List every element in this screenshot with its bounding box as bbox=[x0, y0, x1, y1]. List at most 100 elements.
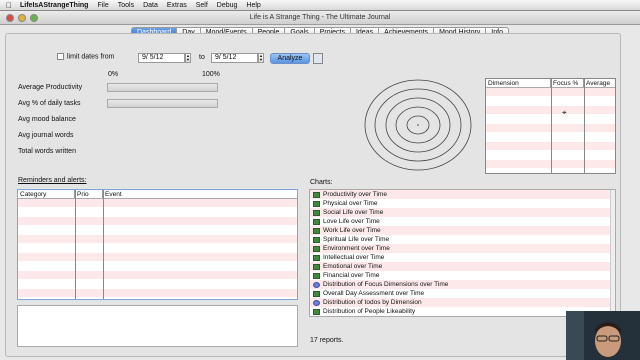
reminders-table[interactable]: Category Prio Event bbox=[17, 189, 298, 300]
zoom-button[interactable] bbox=[30, 14, 38, 22]
reports-count: 17 reports. bbox=[310, 337, 344, 344]
chart-list-item[interactable]: Intellectual over Time bbox=[310, 253, 615, 262]
table-row[interactable] bbox=[18, 280, 297, 289]
table-row[interactable] bbox=[18, 208, 297, 217]
chart-list-item[interactable]: Emotional over Time bbox=[310, 262, 615, 271]
chart-item-label: Work Life over Time bbox=[323, 227, 381, 234]
apple-icon[interactable]:  bbox=[6, 1, 12, 10]
column-divider bbox=[551, 79, 552, 173]
chart-list-item[interactable]: Love Life over Time bbox=[310, 217, 615, 226]
to-date-field[interactable]: 9/ 5/12 bbox=[211, 53, 258, 63]
bar-chart-icon bbox=[313, 254, 320, 261]
table-row[interactable] bbox=[18, 235, 297, 244]
window-controls bbox=[6, 14, 38, 22]
table-row[interactable] bbox=[18, 253, 297, 262]
window-title: Life is A Strange Thing - The Ultimate J… bbox=[249, 14, 391, 21]
webcam-video-overlay bbox=[566, 311, 640, 360]
dashboard-panel: limit dates from 9/ 5/12 ▲ ▼ to 9/ 5/12 ▲… bbox=[5, 33, 621, 357]
bar-chart-icon bbox=[313, 245, 320, 252]
chart-item-label: Productivity over Time bbox=[323, 191, 387, 198]
stat-daily-tasks: Avg % of daily tasks bbox=[18, 100, 81, 107]
menu-data[interactable]: Data bbox=[143, 2, 158, 9]
pie-chart-icon bbox=[313, 281, 320, 288]
chart-items-container: Productivity over Time Physical over Time… bbox=[310, 190, 615, 316]
chart-list-item[interactable]: Spiritual Life over Time bbox=[310, 235, 615, 244]
reminders-title: Reminders and alerts: bbox=[18, 177, 87, 184]
chart-list-item[interactable]: Distribution of todos by Dimension bbox=[310, 298, 615, 307]
charts-list[interactable]: Productivity over Time Physical over Time… bbox=[309, 189, 616, 317]
chart-list-item[interactable]: Social Life over Time bbox=[310, 208, 615, 217]
col-average[interactable]: Average bbox=[584, 79, 615, 87]
chart-item-label: Distribution of Focus Dimensions over Ti… bbox=[323, 281, 449, 288]
stat-journal-words: Avg journal words bbox=[18, 132, 74, 139]
table-row[interactable] bbox=[18, 262, 297, 271]
chart-item-label: Environment over Time bbox=[323, 245, 390, 252]
chart-list-item[interactable]: Productivity over Time bbox=[310, 190, 615, 199]
scale-min-label: 0% bbox=[108, 71, 119, 78]
chart-list-item[interactable]: Distribution of Focus Dimensions over Ti… bbox=[310, 280, 615, 289]
chart-item-label: Love Life over Time bbox=[323, 218, 380, 225]
table-row[interactable] bbox=[18, 271, 297, 280]
to-date-stepper[interactable]: ▲ ▼ bbox=[258, 53, 264, 63]
limit-dates-checkbox[interactable] bbox=[57, 53, 64, 60]
col-focus[interactable]: Focus % bbox=[551, 79, 584, 87]
table-row[interactable] bbox=[18, 244, 297, 253]
column-divider bbox=[103, 190, 104, 299]
bar-chart-icon bbox=[313, 227, 320, 234]
chart-item-label: Spiritual Life over Time bbox=[323, 236, 390, 243]
chart-list-item[interactable]: Overall Day Assessment over Time bbox=[310, 289, 615, 298]
main-window: Life is A Strange Thing - The Ultimate J… bbox=[0, 11, 640, 360]
bar-chart-icon bbox=[313, 209, 320, 216]
limit-dates-label: limit dates from bbox=[67, 53, 115, 61]
chart-list-item[interactable]: Work Life over Time bbox=[310, 226, 615, 235]
chart-list-item[interactable]: Environment over Time bbox=[310, 244, 615, 253]
presenter-video-image bbox=[566, 311, 640, 360]
menu-debug[interactable]: Debug bbox=[217, 2, 238, 9]
col-event[interactable]: Event bbox=[103, 190, 293, 198]
col-prio[interactable]: Prio bbox=[75, 190, 103, 198]
menu-self[interactable]: Self bbox=[196, 2, 208, 9]
col-category[interactable]: Category bbox=[18, 190, 75, 198]
charts-title: Charts: bbox=[310, 179, 333, 186]
calendar-icon[interactable] bbox=[313, 53, 323, 64]
minimize-button[interactable] bbox=[18, 14, 26, 22]
from-date-field[interactable]: 9/ 5/12 bbox=[138, 53, 185, 63]
limit-dates-control[interactable]: limit dates from bbox=[57, 53, 114, 60]
close-button[interactable] bbox=[6, 14, 14, 22]
bar-chart-icon bbox=[313, 290, 320, 297]
chart-item-label: Distribution of todos by Dimension bbox=[323, 299, 422, 306]
bar-chart-icon bbox=[313, 272, 320, 279]
reminder-detail-textarea[interactable] bbox=[17, 305, 298, 347]
chart-item-label: Intellectual over Time bbox=[323, 254, 385, 261]
menu-file[interactable]: File bbox=[97, 2, 108, 9]
table-row[interactable] bbox=[18, 199, 297, 208]
chart-item-label: Social Life over Time bbox=[323, 209, 384, 216]
chart-list-item[interactable]: Physical over Time bbox=[310, 199, 615, 208]
cursor-icon: ⌖ bbox=[562, 108, 567, 117]
pie-chart-icon bbox=[313, 299, 320, 306]
menu-extras[interactable]: Extras bbox=[167, 2, 187, 9]
column-divider bbox=[584, 79, 585, 173]
chart-list-item[interactable]: Financial over Time bbox=[310, 271, 615, 280]
analyze-button[interactable]: Analyze bbox=[270, 53, 310, 64]
to-label: to bbox=[199, 54, 205, 61]
bar-chart-icon bbox=[313, 263, 320, 270]
bar-chart-icon bbox=[313, 236, 320, 243]
table-row[interactable] bbox=[18, 217, 297, 226]
bar-chart-icon bbox=[313, 191, 320, 198]
from-date-stepper[interactable]: ▲ ▼ bbox=[185, 53, 191, 63]
table-row[interactable] bbox=[18, 226, 297, 235]
chart-item-label: Emotional over Time bbox=[323, 263, 383, 270]
menu-tools[interactable]: Tools bbox=[118, 2, 134, 9]
bar-chart-icon bbox=[313, 308, 320, 315]
col-dimension[interactable]: Dimension bbox=[486, 79, 551, 87]
dimension-table[interactable]: Dimension Focus % Average bbox=[485, 78, 616, 174]
column-divider bbox=[75, 190, 76, 299]
menu-app-name[interactable]: LifeIsAStrangeThing bbox=[20, 2, 88, 9]
table-row[interactable] bbox=[18, 289, 297, 298]
stat-mood-balance: Avg mood balance bbox=[18, 116, 76, 123]
menu-help[interactable]: Help bbox=[246, 2, 260, 9]
menu-bar:  LifeIsAStrangeThing File Tools Data Ex… bbox=[0, 0, 640, 11]
charts-scrollbar[interactable] bbox=[610, 190, 615, 316]
reminders-table-header: Category Prio Event bbox=[18, 190, 297, 199]
